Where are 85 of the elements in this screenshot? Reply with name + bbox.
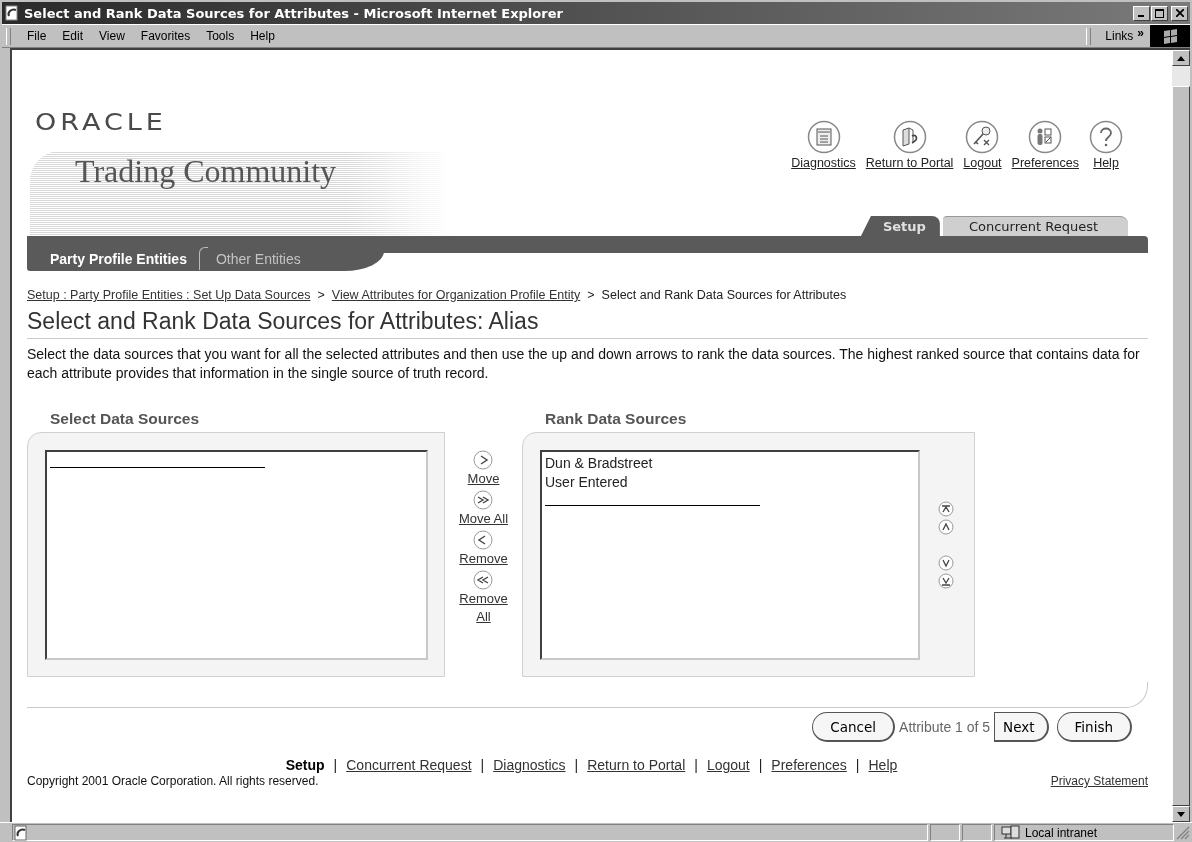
global-link[interactable]: Diagnostics <box>791 120 856 170</box>
list-option[interactable]: Dun & Bradstreet <box>545 453 915 473</box>
breadcrumb-separator: > <box>587 288 595 302</box>
scroll-up-button[interactable] <box>1172 50 1190 66</box>
help-icon <box>1089 120 1123 154</box>
cancel-button[interactable]: Cancel <box>812 712 896 742</box>
footer-link[interactable]: Logout <box>706 757 750 773</box>
footer-link[interactable]: Return to Portal <box>587 757 686 773</box>
menu-item[interactable]: File <box>19 29 55 43</box>
shuttle-link[interactable]: Remove All <box>459 570 508 626</box>
links-toolbar-label[interactable]: Links <box>1105 29 1134 43</box>
breadcrumb-link[interactable]: View Attributes for Organization Profile Entity <box>331 288 581 302</box>
maximize-button[interactable] <box>1151 5 1168 21</box>
footer-link[interactable]: Concurrent Request <box>346 757 472 773</box>
maximize-icon <box>1155 8 1164 18</box>
key-icon <box>965 120 1000 154</box>
subtab[interactable]: Other Entities <box>215 250 301 267</box>
footer-link[interactable]: Preferences <box>771 757 847 773</box>
menu-item[interactable]: Edit <box>54 29 92 43</box>
network-icon <box>1001 824 1021 841</box>
close-button[interactable] <box>1171 5 1188 21</box>
zone-label: Local intranet <box>1025 825 1098 840</box>
more-links-button[interactable]: » <box>1137 26 1144 40</box>
product-name: Trading Community <box>75 153 337 189</box>
flag-icon <box>1150 25 1190 47</box>
list-option[interactable]: User Entered <box>545 472 915 492</box>
double-chevron-right-icon <box>473 490 494 510</box>
breadcrumb-separator: > <box>317 288 325 302</box>
footer-separator: | <box>855 757 860 773</box>
close-icon <box>1175 9 1184 17</box>
caret-up-bar-icon[interactable] <box>938 500 954 517</box>
chevron-left-icon <box>473 530 494 550</box>
menu-item[interactable]: Favorites <box>132 29 199 43</box>
document-icon <box>806 120 841 154</box>
shuttle-link[interactable]: Remove <box>459 530 508 568</box>
footer-link[interactable]: Help <box>868 757 898 773</box>
next-button[interactable]: Next <box>994 712 1049 742</box>
global-link[interactable]: Logout <box>963 120 1002 170</box>
status-panel <box>962 824 992 841</box>
tab[interactable]: Concurrent Request <box>942 216 1128 236</box>
list-box[interactable]: Dun & Bradstreet User Entered <box>540 449 920 660</box>
page-icon <box>4 5 20 21</box>
double-chevron-left-icon <box>473 570 494 590</box>
caret-down-bar-icon[interactable] <box>938 572 954 589</box>
logo: ORACLE <box>35 112 167 133</box>
global-link[interactable]: Preferences <box>1011 120 1079 170</box>
privacy-link[interactable]: Privacy Statement <box>1050 774 1148 788</box>
triangle-up-icon <box>1177 55 1185 61</box>
footer-separator: | <box>694 757 698 773</box>
instructions: Select the data sources that you want for all the selected attributes and then use the up and down arrows to rank the data sources. The highest ranked source that contains data for each attribute provides that information in the single source of truth record. <box>27 345 1141 383</box>
footer-link[interactable]: Setup <box>285 757 325 773</box>
tab[interactable]: Setup <box>860 216 940 236</box>
triangle-down-icon <box>1177 811 1185 817</box>
subtab[interactable]: Party Profile Entities <box>50 250 187 267</box>
tab-separator <box>198 247 208 270</box>
global-link[interactable]: Return to Portal <box>865 120 954 170</box>
finish-button[interactable]: Finish <box>1056 712 1132 742</box>
shuttle-link[interactable]: Move All <box>458 490 509 528</box>
menu-item[interactable]: Help <box>242 29 283 43</box>
footer-separator: | <box>480 757 485 773</box>
shuttle-link[interactable]: Move <box>467 450 500 488</box>
resize-grip[interactable] <box>1176 824 1190 840</box>
section-heading: Rank Data Sources <box>545 410 688 428</box>
footer-separator: | <box>333 757 338 773</box>
breadcrumb-link[interactable]: Setup : Party Profile Entities : Set Up Data Sources <box>27 288 311 302</box>
scroll-down-button[interactable] <box>1172 806 1190 822</box>
chevron-right-icon <box>473 450 494 470</box>
footer-separator: | <box>574 757 579 773</box>
caret-down-icon[interactable] <box>938 554 954 571</box>
caret-up-icon[interactable] <box>938 518 954 535</box>
page-title: Select and Rank Data Sources for Attributes: Alias <box>27 308 1148 339</box>
window-title: Select and Rank Data Sources for Attributes - Microsoft Internet Explorer <box>24 5 564 21</box>
person-form-icon <box>1028 120 1063 154</box>
global-link[interactable]: Help <box>1089 120 1123 170</box>
page-icon <box>13 824 29 841</box>
menu-item[interactable]: Tools <box>198 29 243 43</box>
step-indicator: Attribute 1 of 5 <box>899 719 991 735</box>
section-heading: Select Data Sources <box>50 410 201 428</box>
footer-link[interactable]: Diagnostics <box>493 757 566 773</box>
minimize-button[interactable] <box>1133 5 1150 21</box>
copyright-text: Copyright 2001 Oracle Corporation. All rights reserved. <box>27 774 319 788</box>
status-panel <box>930 824 960 841</box>
menu-item[interactable]: View <box>91 29 133 43</box>
footer-separator: | <box>758 757 763 773</box>
breadcrumb-current: Select and Rank Data Sources for Attributes <box>601 288 847 302</box>
